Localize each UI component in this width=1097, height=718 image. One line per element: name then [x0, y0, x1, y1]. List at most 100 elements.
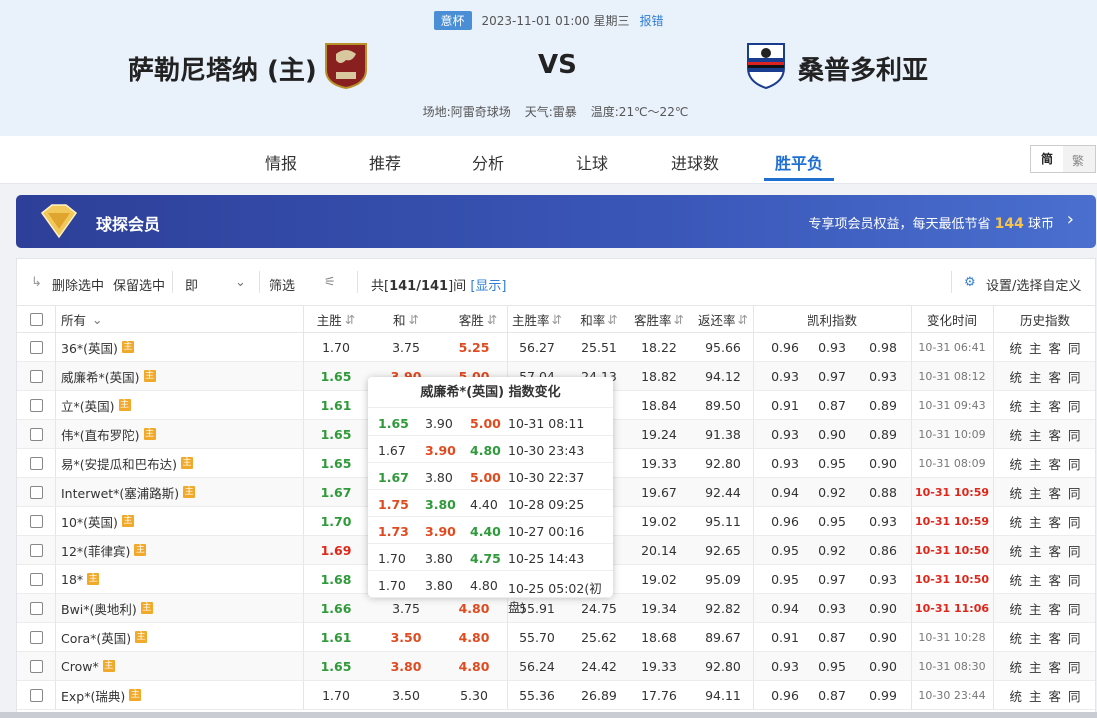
history-links[interactable]: 统 主 客 同	[993, 449, 1097, 477]
history-links[interactable]: 统 主 客 同	[993, 681, 1097, 709]
header-cell[interactable]: 和率 ⇵	[573, 306, 625, 332]
sort-icon[interactable]: ⇵	[674, 312, 684, 327]
mode-select[interactable]: 即	[185, 275, 198, 294]
company-cell[interactable]: Interwet*(塞浦路斯) 主	[61, 478, 301, 506]
header-cell[interactable]: 和 ⇵	[369, 306, 443, 332]
delete-selected-button[interactable]: 删除选中	[52, 275, 104, 294]
history-links[interactable]: 统 主 客 同	[993, 362, 1097, 390]
company-cell[interactable]: 12*(菲律宾) 主	[61, 536, 301, 564]
away-team-crest-icon[interactable]	[742, 40, 790, 90]
row-checkbox[interactable]	[29, 572, 43, 586]
filter-button[interactable]: 筛选	[269, 275, 295, 294]
company-name[interactable]: Exp*(瑞典)	[61, 686, 125, 705]
history-links[interactable]: 统 主 客 同	[993, 333, 1097, 361]
tab-recommend[interactable]: 推荐	[369, 150, 401, 174]
history-links[interactable]: 统 主 客 同	[993, 565, 1097, 593]
company-cell[interactable]: Exp*(瑞典) 主	[61, 681, 301, 709]
settings-gear-icon[interactable]: ⚙	[964, 275, 976, 290]
company-cell[interactable]: 10*(英国) 主	[61, 507, 301, 535]
header-cell[interactable]: 客胜率 ⇵	[629, 306, 689, 332]
league-badge[interactable]: 意杯	[433, 11, 472, 30]
company-name[interactable]: 18*	[61, 572, 83, 587]
header-cell[interactable]: 主胜 ⇵	[303, 306, 369, 332]
company-name[interactable]: 10*(英国)	[61, 512, 118, 531]
history-links[interactable]: 统 主 客 同	[993, 594, 1097, 622]
row-checkbox[interactable]	[29, 427, 43, 441]
chevron-down-icon[interactable]: ⌄	[235, 275, 246, 290]
row-checkbox[interactable]	[29, 398, 43, 412]
home-team-crest-icon[interactable]	[322, 40, 370, 90]
report-link[interactable]: 报错	[639, 14, 663, 28]
row-checkbox[interactable]	[29, 340, 43, 354]
history-links[interactable]: 统 主 客 同	[993, 623, 1097, 651]
history-links[interactable]: 统 主 客 同	[993, 478, 1097, 506]
company-name[interactable]: 12*(菲律宾)	[61, 541, 130, 560]
company-cell[interactable]: Crow* 主	[61, 652, 301, 680]
sort-icon[interactable]: ⇵	[607, 312, 617, 327]
company-name[interactable]: 36*(英国)	[61, 338, 118, 357]
tab-info[interactable]: 情报	[265, 150, 297, 174]
table-row[interactable]: Exp*(瑞典) 主 1.70 3.50 5.30 55.36 26.89 17.76 94.1…	[17, 681, 1095, 710]
away-team-name[interactable]: 桑普多利亚	[798, 50, 928, 87]
chevron-down-icon[interactable]: ⌄	[92, 312, 102, 327]
header-cell[interactable]: 主胜率 ⇵	[509, 306, 565, 332]
settings-link[interactable]: 设置/选择自定义	[986, 275, 1081, 294]
tab-analysis[interactable]: 分析	[472, 150, 504, 174]
traditional-button[interactable]: 繁	[1072, 152, 1084, 169]
chevron-right-icon[interactable]: ›	[1067, 209, 1074, 230]
company-name[interactable]: 伟*(直布罗陀)	[61, 425, 140, 444]
row-checkbox[interactable]	[29, 543, 43, 557]
keep-selected-button[interactable]: 保留选中	[113, 275, 165, 294]
history-links[interactable]: 统 主 客 同	[993, 536, 1097, 564]
company-cell[interactable]: 36*(英国) 主	[61, 333, 301, 361]
company-filter[interactable]: 所有	[61, 310, 86, 329]
row-checkbox[interactable]	[29, 369, 43, 383]
company-cell[interactable]: 立*(英国) 主	[61, 391, 301, 419]
company-cell[interactable]: Cora*(英国) 主	[61, 623, 301, 651]
header-cell[interactable]: 返还率 ⇵	[693, 306, 753, 332]
tab-1x2[interactable]: 胜平负	[775, 150, 823, 174]
row-checkbox[interactable]	[29, 514, 43, 528]
sort-icon[interactable]: ⇵	[738, 312, 748, 327]
company-name[interactable]: Bwi*(奥地利)	[61, 599, 137, 618]
row-checkbox[interactable]	[29, 485, 43, 499]
show-link[interactable]: [显示]	[470, 279, 506, 294]
row-checkbox[interactable]	[29, 456, 43, 470]
sort-icon[interactable]: ⇵	[409, 312, 419, 327]
vip-banner[interactable]: 球探会员 专享项会员权益，每天最低节省 144 球币 ›	[16, 195, 1096, 248]
company-cell[interactable]: 威廉希*(英国) 主	[61, 362, 301, 390]
company-name[interactable]: Interwet*(塞浦路斯)	[61, 483, 179, 502]
tab-handicap[interactable]: 让球	[576, 150, 608, 174]
company-cell[interactable]: 18* 主	[61, 565, 301, 593]
company-cell[interactable]: 伟*(直布罗陀) 主	[61, 420, 301, 448]
home-team-name[interactable]: 萨勒尼塔纳 (主)	[128, 50, 317, 87]
company-cell[interactable]: Bwi*(奥地利) 主	[61, 594, 301, 622]
history-links[interactable]: 统 主 客 同	[993, 507, 1097, 535]
row-checkbox[interactable]	[29, 630, 43, 644]
history-links[interactable]: 统 主 客 同	[993, 391, 1097, 419]
row-checkbox[interactable]	[29, 659, 43, 673]
sort-icon[interactable]: ⇵	[552, 312, 562, 327]
row-checkbox[interactable]	[29, 688, 43, 702]
sort-icon[interactable]: ⇵	[345, 312, 355, 327]
select-all-checkbox[interactable]	[29, 312, 43, 326]
company-name[interactable]: 易*(安提瓜和巴布达)	[61, 454, 177, 473]
horizontal-scrollbar[interactable]	[0, 712, 1097, 718]
filter-sliders-icon[interactable]: ⚟	[324, 275, 336, 290]
company-cell[interactable]: 易*(安提瓜和巴布达) 主	[61, 449, 301, 477]
company-name[interactable]: 威廉希*(英国)	[61, 367, 140, 386]
sort-icon[interactable]: ⇵	[487, 312, 497, 327]
row-checkbox[interactable]	[29, 601, 43, 615]
header-cell[interactable]: 所有 ⌄	[61, 306, 261, 332]
company-name[interactable]: Cora*(英国)	[61, 628, 131, 647]
company-name[interactable]: Crow*	[61, 659, 99, 674]
table-row[interactable]: Cora*(英国) 主 1.61 3.50 4.80 55.70 25.62 18.68 89.…	[17, 623, 1095, 652]
company-name[interactable]: 立*(英国)	[61, 396, 115, 415]
header-cell[interactable]: 客胜 ⇵	[443, 306, 513, 332]
history-links[interactable]: 统 主 客 同	[993, 652, 1097, 680]
history-links[interactable]: 统 主 客 同	[993, 420, 1097, 448]
table-row[interactable]: 36*(英国) 主 1.70 3.75 5.25 56.27 25.51 18.22 95.66…	[17, 333, 1095, 362]
table-row[interactable]: Crow* 主 1.65 3.80 4.80 56.24 24.42 19.33 92.80 0.…	[17, 652, 1095, 681]
tab-goals[interactable]: 进球数	[671, 150, 719, 174]
simplified-button[interactable]: 简	[1031, 146, 1063, 172]
